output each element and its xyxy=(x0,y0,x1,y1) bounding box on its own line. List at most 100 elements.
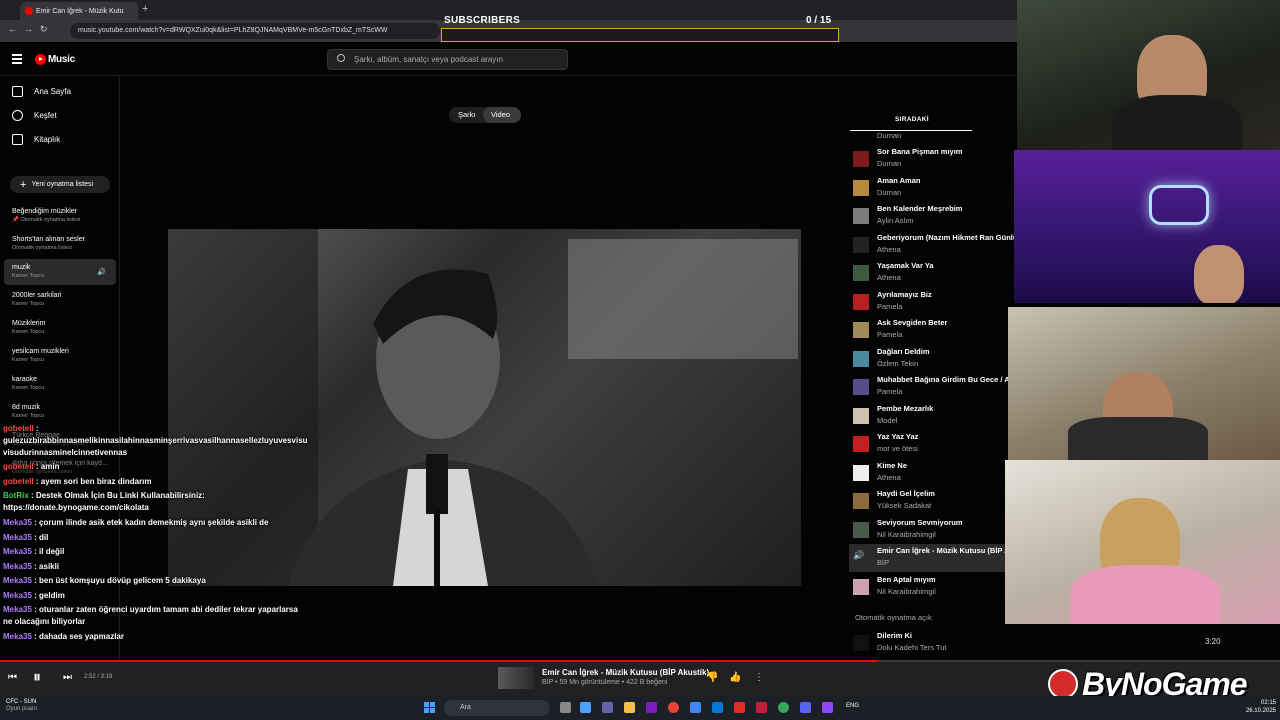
track-artist: Pamela xyxy=(877,387,903,396)
youtube-music-logo-icon[interactable] xyxy=(35,54,46,65)
sidebar-item-library[interactable]: Kitaplık xyxy=(12,134,60,145)
chat-text: https://donate.bynogame.com/cikolata xyxy=(3,503,149,512)
obs-icon[interactable] xyxy=(822,702,833,713)
track-title: Aman Aman xyxy=(877,175,921,185)
queue-item[interactable]: Pembe Mezarlık Model xyxy=(849,402,1017,430)
volume-playing-icon: 🔊 xyxy=(97,269,106,276)
track-title: Yaz Yaz Yaz xyxy=(877,432,919,441)
file-explorer-icon[interactable] xyxy=(624,702,635,713)
queue-item[interactable]: Ask Sevgiden Beter Pamela xyxy=(849,316,1017,344)
like-icon[interactable]: 👍 xyxy=(729,672,741,683)
tab-title: Emir Can İğrek - Müzik Kutu xyxy=(36,7,124,15)
now-playing-thumbnail[interactable] xyxy=(498,667,534,689)
outlook-icon[interactable] xyxy=(712,702,723,713)
video-player[interactable] xyxy=(168,229,801,586)
queue-item[interactable]: Ben Aptal mıyım Nil Karaibrahimgil xyxy=(849,573,1017,601)
autoplay-item[interactable]: Dilerim Ki Dolu Kadehi Ters Tut xyxy=(849,629,1017,657)
track-thumbnail xyxy=(853,179,869,196)
queue-item[interactable]: Yaz Yaz Yaz mor ve ötesi xyxy=(849,430,1017,458)
app-icon[interactable] xyxy=(756,702,767,713)
next-icon[interactable]: ⏭ xyxy=(63,672,72,683)
playlist-item[interactable]: 8d muzik Kamer Topcu xyxy=(12,403,44,421)
url-field[interactable]: music.youtube.com/watch?v=dRWQXZui0qk&li… xyxy=(70,23,440,39)
more-options-icon[interactable]: ⋮ xyxy=(754,672,764,683)
track-artist: Yüksek Sadakat xyxy=(877,501,932,510)
queue-item[interactable]: Sor Bana Pişman mıyım Duman xyxy=(849,145,1017,173)
search-input[interactable]: Şarkı, albüm, sanatçı veya podcast arayı… xyxy=(327,49,568,70)
playlist-item[interactable]: Shorts'tan alınan sesler Otomatik oynatma… xyxy=(12,235,85,253)
copilot-icon[interactable] xyxy=(580,702,591,713)
queue-item[interactable]: Geberiyorum (Nazım Hikmet Ran Günlü Athen… xyxy=(849,231,1017,259)
queue-item[interactable]: Haydi Gel İçelim Yüksek Sadakat xyxy=(849,487,1017,515)
app-logo-text[interactable]: Music xyxy=(48,54,75,65)
track-artist: mor ve ötesi xyxy=(877,444,918,453)
track-title: Ask Sevgiden Beter xyxy=(877,318,948,327)
playlist-item[interactable]: muzik Kamer Topcu xyxy=(12,263,44,281)
playlist-item[interactable]: 2000ler sarkilari Kamer Topcu xyxy=(12,291,61,309)
webcam-feed-1 xyxy=(1017,0,1280,150)
queue-item[interactable]: Ayrılamayız Biz Pamela xyxy=(849,288,1017,316)
queue-item[interactable]: Aman Aman Duman xyxy=(849,174,1017,202)
playlist-item[interactable]: Müziklerim Kamer Topcu xyxy=(12,319,45,337)
start-icon[interactable] xyxy=(424,702,435,713)
taskbar-clock[interactable]: 02:15 26.10.2025 xyxy=(1240,699,1276,715)
discord-icon[interactable] xyxy=(800,702,811,713)
chrome-icon[interactable] xyxy=(668,702,679,713)
track-artist: Pamela xyxy=(877,330,903,339)
chrome-icon[interactable] xyxy=(778,702,789,713)
language-indicator[interactable]: ENG xyxy=(846,703,859,709)
sidebar-item-label: Kitaplık xyxy=(34,135,61,144)
menu-icon[interactable] xyxy=(12,54,22,66)
now-playing-title[interactable]: Emir Can İğrek - Müzik Kutusu (BİP Akust… xyxy=(542,668,709,677)
queue-item[interactable]: Seviyorum Sevmiyorum Nil Karaibrahimgil xyxy=(849,516,1017,544)
new-tab-icon[interactable]: + xyxy=(142,3,148,15)
new-playlist-button[interactable]: + Yeni oynatma listesi xyxy=(10,176,110,193)
chat-message: Meka35 : dil xyxy=(3,533,48,542)
webcam-feed-2 xyxy=(1014,150,1280,303)
chat-text: visudurinnasminelcinnetivennas xyxy=(3,448,128,457)
dislike-icon[interactable]: 👎 xyxy=(706,672,718,683)
track-thumbnail xyxy=(853,322,869,338)
track-thumbnail xyxy=(853,521,869,538)
app-icon[interactable] xyxy=(690,702,701,713)
track-artist: Athena xyxy=(877,273,901,282)
browser-tab[interactable]: Emir Can İğrek - Müzik Kutu xyxy=(20,2,138,20)
teams-icon[interactable] xyxy=(602,702,613,713)
chat-message: Meka35 : ben üst komşuyu dövüp gelicem 5… xyxy=(3,576,206,585)
queue-item[interactable]: Kime Ne Athena xyxy=(849,459,1017,487)
chat-text: : oturanlar zaten öğrenci uyardım tamam … xyxy=(34,605,298,614)
taskbar-widget[interactable]: CFC - SUN Oyun puanı xyxy=(6,699,37,713)
playlist-item[interactable]: Beğendiğim müzikler 📌 Otomatik oynatma li… xyxy=(12,207,80,225)
queue-item[interactable]: Muhabbet Bağına Girdim Bu Gece / A Pamela xyxy=(849,373,1017,401)
sidebar-item-home[interactable]: Ana Sayfa xyxy=(12,86,71,97)
track-artist: Duman xyxy=(877,159,902,168)
forward-icon[interactable]: → xyxy=(24,24,33,34)
track-title: Kime Ne xyxy=(877,460,908,470)
taskbar-search[interactable]: Ara xyxy=(444,700,550,716)
queue-title[interactable]: SIRADAKİ xyxy=(895,116,929,123)
back-icon[interactable]: ← xyxy=(8,24,17,34)
acrobat-icon[interactable] xyxy=(734,702,745,713)
toggle-video[interactable]: Video xyxy=(491,110,510,119)
queue-item[interactable]: Dağları Deldim Özlem Tekin xyxy=(849,345,1017,373)
playlist-item[interactable]: yesilcam muzikleri Kamer Topcu xyxy=(12,347,69,365)
track-thumbnail xyxy=(853,350,869,367)
chat-username: Meka35 xyxy=(3,518,32,527)
queue-partial-artist: Duman xyxy=(877,131,902,140)
pause-icon[interactable]: ⏸ xyxy=(33,669,41,687)
playlist-item[interactable]: karaoke Kamer Topcu xyxy=(12,375,44,393)
app-icon[interactable] xyxy=(646,702,657,713)
chat-message: ne olacağını biliyorlar xyxy=(3,617,85,626)
queue-item[interactable]: Yaşamak Var Ya Athena xyxy=(849,259,1017,287)
previous-icon[interactable]: ⏮ xyxy=(8,672,17,683)
chat-message: Meka35 : dahada ses yapmazlar xyxy=(3,632,124,641)
chat-username: Meka35 xyxy=(3,576,32,585)
guest-face xyxy=(1194,245,1244,303)
queue-item[interactable]: Ben Kalender Meşrebim Aylin Aslım xyxy=(849,202,1017,230)
task-view-icon[interactable] xyxy=(560,702,571,713)
toggle-song[interactable]: Şarkı xyxy=(458,110,476,119)
song-video-toggle[interactable]: Şarkı Video xyxy=(449,107,521,123)
reload-icon[interactable]: ↻ xyxy=(40,24,48,35)
sidebar-item-explore[interactable]: Keşfet xyxy=(12,110,57,121)
queue-item[interactable]: 🔊 Emir Can İğrek - Müzik Kutusu (BİP A BİP xyxy=(849,544,1017,572)
